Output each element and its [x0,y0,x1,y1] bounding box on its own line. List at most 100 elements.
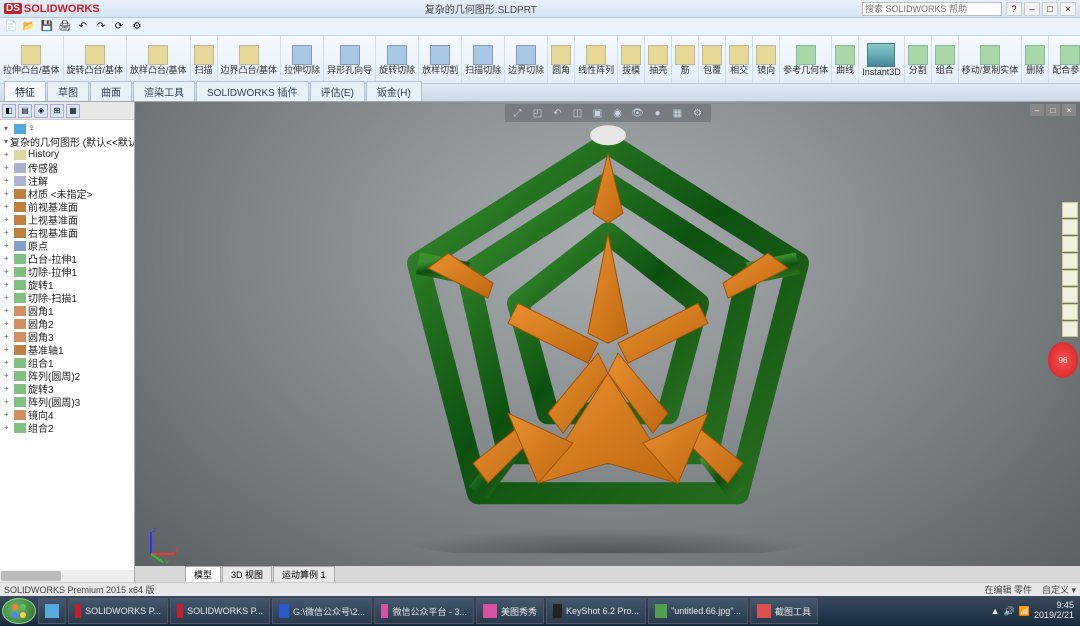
new-icon[interactable]: 📄 [4,20,18,34]
tree-item[interactable]: +History [0,148,134,161]
taskbar-item[interactable]: 微信公众平台 - 3... [374,598,474,624]
taskpane-tab[interactable] [1062,253,1078,269]
print-icon[interactable]: 🖨 [58,20,72,34]
tree-tab-4[interactable]: ⊞ [50,104,64,118]
tree-item[interactable]: +组合2 [0,421,134,434]
options-icon[interactable]: ⚙ [130,20,144,34]
tree-hscroll[interactable] [0,570,134,582]
ribbon-cmd[interactable]: 线性阵列 [575,36,618,83]
maximize-button[interactable]: □ [1042,2,1058,16]
ribbon-cmd[interactable]: 镜向 [753,36,780,83]
viewport-tab[interactable]: 模型 [185,566,221,582]
tree-item[interactable]: +圆角1 [0,304,134,317]
ribbon-cmd[interactable]: 抽壳 [645,36,672,83]
viewport-tab[interactable]: 3D 视图 [222,566,272,582]
ribbon-cmd[interactable]: 拉伸切除 [281,36,324,83]
status-custom[interactable]: 自定义 ▾ [1042,583,1076,596]
taskbar-item[interactable]: SOLIDWORKS P... [68,598,168,624]
taskpane-tab[interactable] [1062,321,1078,337]
tree-item[interactable]: +圆角2 [0,317,134,330]
taskpane-tab[interactable] [1062,287,1078,303]
taskbar-item[interactable]: KeyShot 6.2 Pro... [546,598,646,624]
clock[interactable]: 9:45 2019/2/21 [1034,601,1074,621]
taskbar-item[interactable]: "untitled.66.jpg"... [648,598,748,624]
ribbon-cmd[interactable]: 圆角 [548,36,575,83]
vp-min[interactable]: – [1030,104,1044,116]
ribbon-cmd[interactable]: 旋转凸台/基体 [64,36,128,83]
rebuild-icon[interactable]: ⟳ [112,20,126,34]
tree-item[interactable]: +阵列(圆周)3 [0,395,134,408]
command-tab[interactable]: 曲面 [90,81,132,101]
orientation-triad[interactable]: z x y [141,524,181,564]
ribbon-cmd[interactable]: 边界凸台/基体 [218,36,282,83]
taskpane-tab[interactable] [1062,219,1078,235]
ribbon-cmd[interactable]: 拔模 [618,36,645,83]
tray-icon[interactable]: 🔊 [1004,606,1015,617]
graphics-viewport[interactable]: ⤢ ◰ ↶ ◫ ▣ ◉ 👁 ● ▦ ⚙ – □ × [135,102,1080,582]
ribbon-cmd[interactable]: 包覆 [699,36,726,83]
taskpane-tab[interactable] [1062,236,1078,252]
taskbar-item[interactable]: G:\微信公众号\2... [272,598,372,624]
tree-item[interactable]: +阵列(圆周)2 [0,369,134,382]
tree-item[interactable]: +切除-拉伸1 [0,265,134,278]
command-tab[interactable]: SOLIDWORKS 插件 [196,81,309,101]
start-button[interactable] [2,598,36,624]
taskbar-item[interactable]: SOLIDWORKS P... [170,598,270,624]
ribbon-cmd[interactable]: Instant3D [859,36,905,83]
ribbon-cmd[interactable]: 筋 [672,36,699,83]
pinned-app[interactable] [38,598,66,624]
feature-tree[interactable]: ▾♀ ▾复杂的几何图形 (默认<<默认>_显...) +History+传感器+… [0,120,134,570]
promo-badge[interactable]: 96 [1048,342,1078,378]
tree-tab-5[interactable]: ▦ [66,104,80,118]
help-search-input[interactable] [862,2,1002,16]
ribbon-cmd[interactable]: 边界切除 [505,36,548,83]
vp-close[interactable]: × [1062,104,1076,116]
ribbon-cmd[interactable]: 删除 [1022,36,1049,83]
taskbar-item[interactable]: 截图工具 [750,598,818,624]
command-tab[interactable]: 渲染工具 [133,81,195,101]
taskbar-item[interactable]: 美图秀秀 [476,598,544,624]
tree-item[interactable]: +镜向4 [0,408,134,421]
ribbon-cmd[interactable]: 旋转切除 [376,36,419,83]
ribbon-cmd[interactable]: 拉伸凸台/基体 [0,36,64,83]
ribbon-cmd[interactable]: 放样切割 [419,36,462,83]
command-tab[interactable]: 草图 [47,81,89,101]
tree-item[interactable]: +右视基准面 [0,226,134,239]
open-icon[interactable]: 📂 [22,20,36,34]
tree-tab-1[interactable]: ◧ [2,104,16,118]
tree-item[interactable]: +切除-扫描1 [0,291,134,304]
ribbon-cmd[interactable]: 放样凸台/基体 [127,36,191,83]
system-tray[interactable]: ▲ 🔊 📶 9:45 2019/2/21 [987,601,1078,621]
ribbon-cmd[interactable]: 异形孔向导 [324,36,376,83]
minimize-button[interactable]: – [1024,2,1040,16]
close-button[interactable]: × [1060,2,1076,16]
vp-max[interactable]: □ [1046,104,1060,116]
taskpane-tab[interactable] [1062,202,1078,218]
tree-item[interactable]: +传感器 [0,161,134,174]
ribbon-cmd[interactable]: 组合 [932,36,959,83]
save-icon[interactable]: 💾 [40,20,54,34]
ribbon-cmd[interactable]: 扫描切除 [462,36,505,83]
command-tab[interactable]: 钣金(H) [366,81,422,101]
undo-icon[interactable]: ↶ [76,20,90,34]
ribbon-cmd[interactable]: 移动/复制实体 [959,36,1023,83]
ribbon-cmd[interactable]: 分割 [905,36,932,83]
redo-icon[interactable]: ↷ [94,20,108,34]
tray-icon[interactable]: 📶 [1019,606,1030,617]
taskpane-tab[interactable] [1062,304,1078,320]
ribbon-cmd[interactable]: 扫描 [191,36,218,83]
tree-item[interactable]: +基准轴1 [0,343,134,356]
tree-tab-3[interactable]: ◈ [34,104,48,118]
ribbon-cmd[interactable]: 曲线 [832,36,859,83]
command-tab[interactable]: 特征 [4,81,46,101]
command-tab[interactable]: 评估(E) [310,81,365,101]
ribbon-cmd[interactable]: 配合参考 [1049,36,1080,83]
ribbon-cmd[interactable]: 相交 [726,36,753,83]
tree-tab-2[interactable]: ▤ [18,104,32,118]
tree-item[interactable]: +圆角3 [0,330,134,343]
tree-root[interactable]: ▾复杂的几何图形 (默认<<默认>_显...) [0,135,134,148]
taskpane-tab[interactable] [1062,270,1078,286]
help-icon[interactable]: ? [1006,2,1022,16]
viewport-tab[interactable]: 运动算例 1 [273,566,335,582]
ribbon-cmd[interactable]: 参考几何体 [780,36,832,83]
